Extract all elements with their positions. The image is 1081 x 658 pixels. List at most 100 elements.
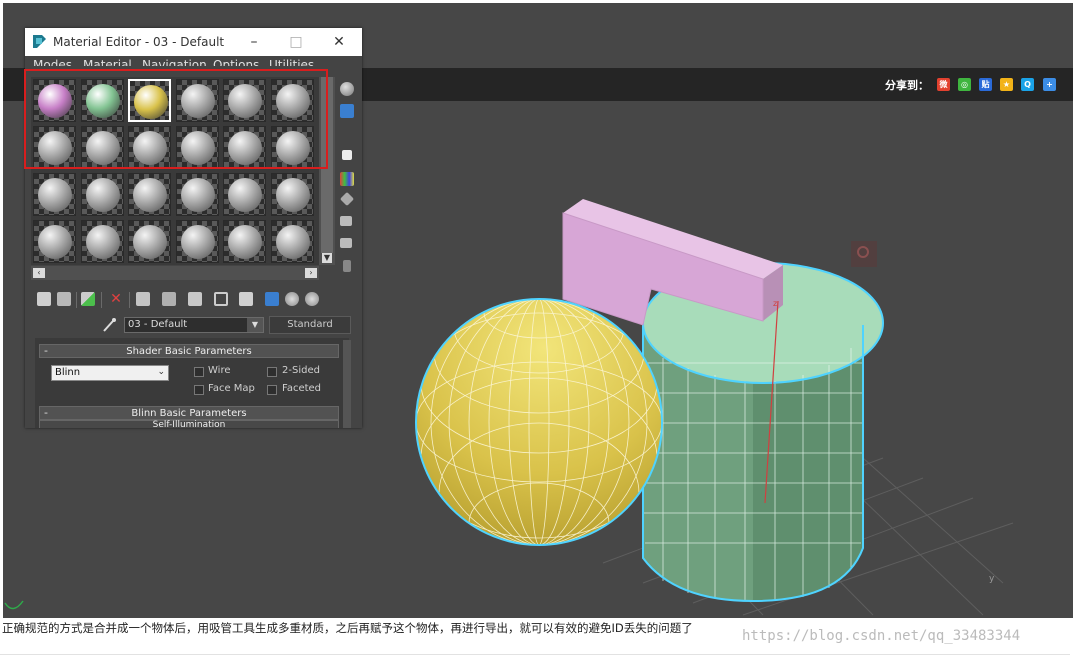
parameters-panel: - Shader Basic Parameters Blinn ⌄ Wire 2… bbox=[35, 338, 349, 428]
material-slot[interactable] bbox=[175, 173, 219, 216]
chevron-down-icon[interactable]: ▼ bbox=[247, 318, 263, 332]
material-sphere-icon bbox=[38, 178, 72, 212]
qzone-icon[interactable]: ★ bbox=[1000, 78, 1013, 91]
material-sphere-icon bbox=[275, 178, 310, 212]
material-slot[interactable] bbox=[80, 220, 124, 263]
material-sphere-icon bbox=[180, 178, 215, 212]
shader-rollout-header[interactable]: - Shader Basic Parameters bbox=[39, 344, 339, 358]
material-slot[interactable] bbox=[223, 220, 266, 263]
reset-map-icon[interactable]: ✕ bbox=[109, 292, 123, 306]
more-icon[interactable]: + bbox=[1043, 78, 1056, 91]
backlight-icon[interactable] bbox=[340, 104, 354, 118]
menu-bar: Modes Material Navigation Options Utilit… bbox=[25, 56, 362, 66]
divider bbox=[0, 654, 1070, 655]
wire-label: Wire bbox=[208, 365, 231, 376]
panel-scrollbar[interactable] bbox=[343, 340, 351, 428]
material-sphere-icon bbox=[228, 225, 262, 259]
blinn-rollout-header[interactable]: - Blinn Basic Parameters bbox=[39, 406, 339, 420]
material-slot[interactable] bbox=[80, 173, 124, 216]
put-to-library-icon[interactable] bbox=[162, 292, 176, 306]
highlight-annotation bbox=[24, 69, 328, 169]
material-sphere-icon bbox=[275, 225, 310, 259]
minimize-icon[interactable]: – bbox=[243, 32, 265, 52]
material-sphere-icon bbox=[85, 225, 120, 259]
make-preview-icon[interactable] bbox=[340, 216, 352, 226]
menu-utilities[interactable]: Utilities bbox=[269, 58, 314, 66]
scroll-right-icon[interactable]: › bbox=[305, 268, 317, 278]
scroll-down-icon[interactable]: ▼ bbox=[322, 253, 332, 263]
3dsmax-logo-icon bbox=[33, 35, 46, 48]
material-slot[interactable] bbox=[175, 220, 219, 263]
side-toolbar bbox=[337, 78, 359, 278]
shader-value: Blinn bbox=[55, 367, 81, 378]
two-sided-label: 2-Sided bbox=[282, 365, 320, 376]
menu-modes[interactable]: Modes bbox=[33, 58, 72, 66]
material-name-field[interactable]: 03 - Default ▼ bbox=[124, 317, 264, 333]
select-map-icon[interactable] bbox=[305, 292, 319, 306]
qq-icon[interactable]: Q bbox=[1021, 78, 1034, 91]
material-slot[interactable] bbox=[223, 173, 266, 216]
get-material-icon[interactable] bbox=[37, 292, 51, 306]
material-slot[interactable] bbox=[128, 220, 171, 263]
shader-select[interactable]: Blinn ⌄ bbox=[51, 365, 169, 381]
chevron-down-icon: ⌄ bbox=[157, 367, 165, 377]
menu-options[interactable]: Options bbox=[213, 58, 259, 66]
material-sphere-icon bbox=[180, 225, 215, 259]
show-shaded-icon[interactable] bbox=[214, 292, 228, 306]
close-icon[interactable]: ✕ bbox=[328, 32, 350, 52]
svg-text:z: z bbox=[773, 299, 777, 308]
weibo-icon[interactable]: 微 bbox=[937, 78, 950, 91]
go-to-parent-icon[interactable] bbox=[265, 292, 279, 306]
face-map-label: Face Map bbox=[208, 383, 255, 394]
material-slot[interactable] bbox=[270, 173, 314, 216]
material-sphere-icon bbox=[85, 178, 120, 212]
material-slot[interactable] bbox=[33, 220, 76, 263]
material-sphere-icon bbox=[228, 178, 262, 212]
scroll-left-icon[interactable]: ‹ bbox=[33, 268, 45, 278]
material-sphere-icon bbox=[133, 178, 167, 212]
material-slot[interactable] bbox=[270, 220, 314, 263]
options-icon[interactable] bbox=[340, 238, 352, 248]
material-slot[interactable] bbox=[128, 173, 171, 216]
material-id-icon[interactable] bbox=[188, 292, 202, 306]
select-by-material-icon[interactable] bbox=[343, 260, 351, 272]
video-color-check-icon[interactable] bbox=[339, 191, 355, 207]
horizontal-toolbar: ✕ bbox=[31, 290, 361, 310]
make-unique-icon[interactable] bbox=[136, 292, 150, 306]
go-forward-icon[interactable] bbox=[285, 292, 299, 306]
material-name: 03 - Default bbox=[128, 319, 188, 330]
material-editor-titlebar[interactable]: Material Editor - 03 - Default – □ ✕ bbox=[25, 28, 362, 56]
sphere-object bbox=[415, 298, 663, 546]
material-name-row: 03 - Default ▼ Standard bbox=[25, 314, 362, 336]
menu-material[interactable]: Material bbox=[83, 58, 132, 66]
maximize-icon[interactable]: □ bbox=[285, 32, 307, 52]
watermark: https://blog.csdn.net/qq_33483344 bbox=[742, 628, 1021, 644]
assign-material-icon[interactable] bbox=[81, 292, 95, 306]
show-end-result-icon[interactable] bbox=[239, 292, 253, 306]
material-sphere-icon bbox=[38, 225, 72, 259]
share-label: 分享到： bbox=[885, 79, 929, 92]
put-to-scene-icon[interactable] bbox=[57, 292, 71, 306]
menu-navigation[interactable]: Navigation bbox=[142, 58, 207, 66]
faceted-label: Faceted bbox=[282, 383, 322, 394]
caption-text: 正确规范的方式是合并成一个物体后，用吸管工具生成多重材质，之后再赋予这个物体，再… bbox=[2, 621, 693, 635]
wechat-icon[interactable]: ◎ bbox=[958, 78, 971, 91]
self-illumination-group: Self-Illumination bbox=[39, 420, 339, 428]
self-illumination-label: Self-Illumination bbox=[152, 420, 226, 428]
face-map-checkbox[interactable] bbox=[194, 385, 204, 395]
two-sided-checkbox[interactable] bbox=[267, 367, 277, 377]
material-sphere-icon bbox=[133, 225, 167, 259]
slots-horizontal-scrollbar[interactable]: ‹ › bbox=[31, 266, 319, 280]
shader-rollout-title: Shader Basic Parameters bbox=[126, 346, 252, 357]
background-icon[interactable] bbox=[342, 150, 352, 160]
faceted-checkbox[interactable] bbox=[267, 385, 277, 395]
wire-checkbox[interactable] bbox=[194, 367, 204, 377]
material-type-button[interactable]: Standard bbox=[269, 316, 351, 334]
uv-tiling-icon[interactable] bbox=[340, 172, 354, 186]
eyedropper-icon[interactable] bbox=[101, 317, 117, 333]
material-slot[interactable] bbox=[33, 173, 76, 216]
sample-type-icon[interactable] bbox=[340, 82, 354, 96]
blinn-rollout-title: Blinn Basic Parameters bbox=[131, 408, 247, 419]
window-title: Material Editor - 03 - Default bbox=[53, 35, 225, 49]
baidu-icon[interactable]: 贴 bbox=[979, 78, 992, 91]
